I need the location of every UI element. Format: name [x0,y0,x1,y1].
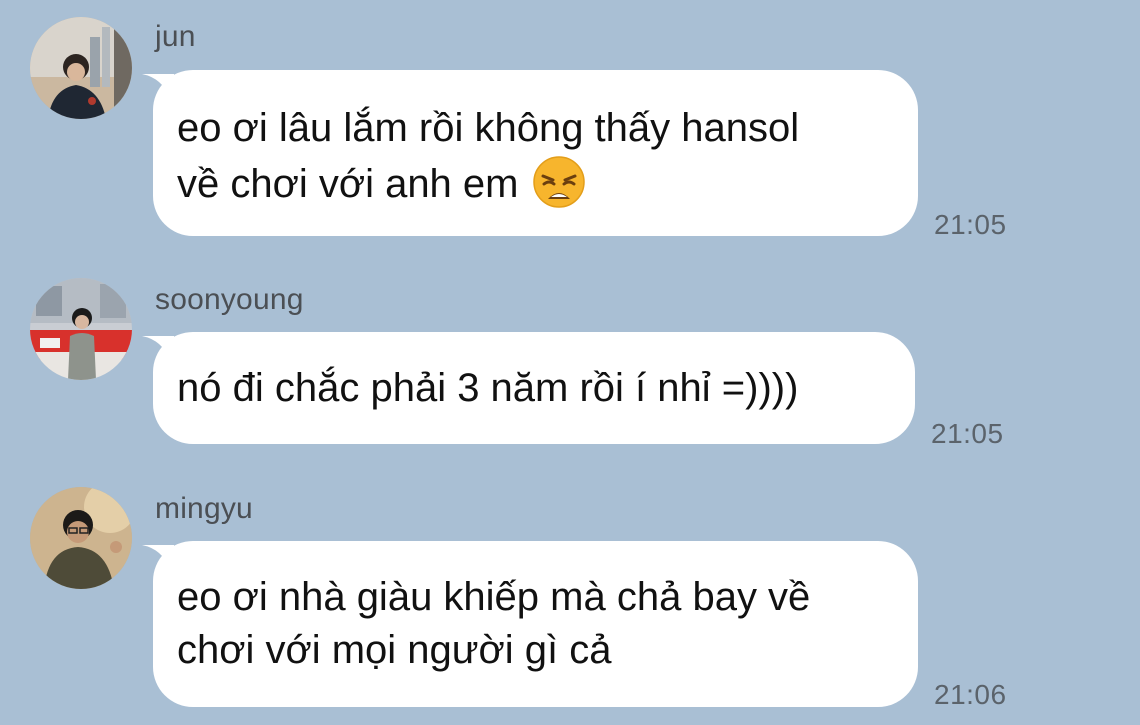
sender-name: mingyu [155,492,253,525]
message-timestamp: 21:06 [934,679,1007,710]
avatar-soonyoung[interactable] [30,278,132,380]
avatar-mingyu[interactable] [30,487,132,589]
message-line: chơi với mọi người gì cả [177,628,612,672]
sender-name: jun [155,20,196,53]
message-line-with-emoji: về chơi với anh em [177,155,894,211]
message-line: nó đi chắc phải 3 năm rồi í nhỉ =)))) [177,366,799,410]
weary-face-emoji-icon [532,155,586,209]
message-timestamp: 21:05 [931,418,1004,449]
chat-thread: jun eo ơi lâu lắm rồi không thấy hansol … [0,0,1140,725]
avatar-jun[interactable] [30,17,132,119]
message-line: eo ơi lâu lắm rồi không thấy hansol [177,106,800,150]
message-bubble[interactable]: nó đi chắc phải 3 năm rồi í nhỉ =)))) [153,332,915,444]
message-bubble[interactable]: eo ơi nhà giàu khiếp mà chả bay về chơi … [153,541,918,707]
message-line: eo ơi nhà giàu khiếp mà chả bay về [177,575,811,619]
message-bubble[interactable]: eo ơi lâu lắm rồi không thấy hansol về c… [153,70,918,236]
message-timestamp: 21:05 [934,209,1007,240]
sender-name: soonyoung [155,283,304,316]
message-line-text: về chơi với anh em [177,162,519,206]
